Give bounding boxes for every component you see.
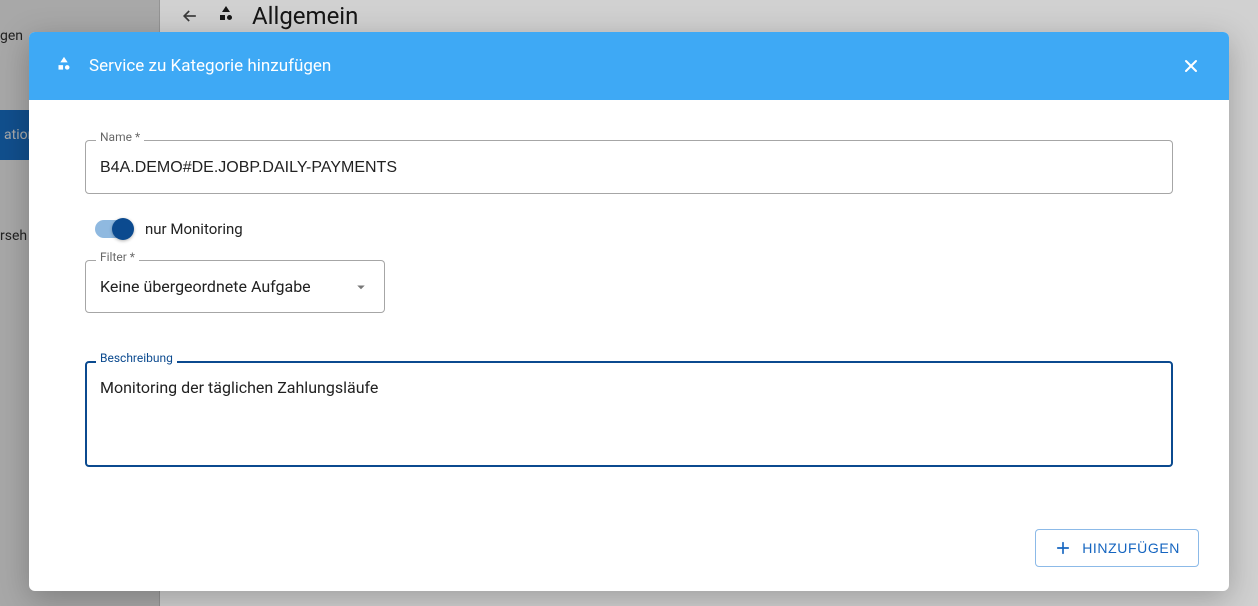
filter-field: Filter * Keine übergeordnete Aufgabe [85, 260, 385, 313]
add-service-dialog: Service zu Kategorie hinzufügen Name * [29, 32, 1229, 591]
chevron-down-icon [352, 278, 370, 296]
dialog-title: Service zu Kategorie hinzufügen [89, 56, 331, 76]
plus-icon [1054, 539, 1072, 557]
filter-selected-value: Keine übergeordnete Aufgabe [100, 277, 311, 296]
filter-select[interactable]: Keine übergeordnete Aufgabe [85, 260, 385, 313]
modal-overlay[interactable]: Service zu Kategorie hinzufügen Name * [0, 0, 1258, 606]
add-button[interactable]: HINZUFÜGEN [1035, 529, 1199, 567]
dialog-body: Name * nur Monitoring Filter * Keine übe… [29, 100, 1229, 513]
add-button-label: HINZUFÜGEN [1082, 540, 1180, 556]
close-button[interactable] [1177, 52, 1205, 80]
close-icon [1181, 56, 1201, 76]
monitoring-toggle-label: nur Monitoring [145, 220, 243, 238]
description-label: Beschreibung [96, 352, 177, 364]
dialog-header: Service zu Kategorie hinzufügen [29, 32, 1229, 100]
monitoring-toggle[interactable] [95, 220, 133, 238]
dialog-footer: HINZUFÜGEN [29, 513, 1229, 591]
description-textarea[interactable] [100, 378, 1158, 446]
name-label: Name * [96, 131, 144, 143]
description-field: Beschreibung [85, 361, 1173, 467]
category-icon [53, 55, 75, 77]
name-input[interactable] [100, 159, 1158, 177]
monitoring-toggle-row: nur Monitoring [95, 220, 1173, 238]
toggle-thumb [112, 218, 134, 240]
filter-label: Filter * [96, 251, 139, 263]
name-field: Name * [85, 140, 1173, 194]
